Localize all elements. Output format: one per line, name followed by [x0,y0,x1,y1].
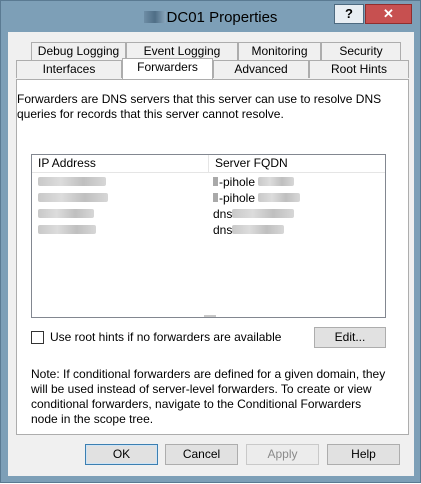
redacted-ip [38,209,94,218]
redacted-fqdn [258,193,301,202]
column-ip-address[interactable]: IP Address [32,155,209,172]
table-row[interactable]: dns [32,223,385,239]
table-row[interactable]: dns [32,207,385,223]
conditional-forwarders-note: Note: If conditional forwarders are defi… [31,367,386,426]
redacted-ip [38,193,108,202]
redacted-fqdn [232,225,285,234]
tab-root-hints[interactable]: Root Hints [309,60,409,78]
ip-address-cell [38,191,108,207]
forwarders-description: Forwarders are DNS servers that this ser… [17,92,382,121]
redacted-ip [38,177,106,186]
title-bar[interactable]: DC01 Properties ? ✕ [1,1,420,31]
column-server-fqdn[interactable]: Server FQDN [209,155,385,172]
tab-security[interactable]: Security [321,42,401,60]
tab-forwarders[interactable]: Forwarders [122,58,213,79]
redacted-name [143,11,166,23]
tab-debug-logging[interactable]: Debug Logging [31,42,126,60]
tab-interfaces[interactable]: Interfaces [16,60,122,78]
ok-button[interactable]: OK [85,444,158,465]
tab-monitoring[interactable]: Monitoring [238,42,321,60]
list-resize-grip[interactable] [204,315,216,317]
fqdn-cell: dns [213,207,295,223]
ip-address-cell [38,175,106,191]
apply-button[interactable]: Apply [246,444,319,465]
fqdn-cell: dns [213,223,285,239]
root-hints-checkbox[interactable] [31,330,44,344]
ip-address-cell [38,207,94,223]
fqdn-cell: -pihole [213,191,301,207]
root-hints-option[interactable]: Use root hints if no forwarders are avai… [31,330,281,344]
edit-button[interactable]: Edit... [314,327,386,348]
close-button[interactable]: ✕ [365,4,412,24]
redacted-ip [38,225,96,234]
ip-address-cell [38,223,96,239]
help-button[interactable]: Help [327,444,400,465]
fqdn-cell: -pihole [213,175,295,191]
list-header: IP Address Server FQDN [32,155,385,173]
redacted-fqdn [258,177,295,186]
table-row[interactable]: -pihole [32,191,385,207]
help-title-button[interactable]: ? [334,4,364,24]
table-row[interactable]: -pihole [32,175,385,191]
root-hints-label: Use root hints if no forwarders are avai… [50,330,282,344]
redacted-fqdn [232,209,295,218]
tab-advanced[interactable]: Advanced [213,60,309,78]
forwarders-list[interactable]: IP Address Server FQDN -pihole -pihole d… [31,154,386,318]
cancel-button[interactable]: Cancel [165,444,238,465]
